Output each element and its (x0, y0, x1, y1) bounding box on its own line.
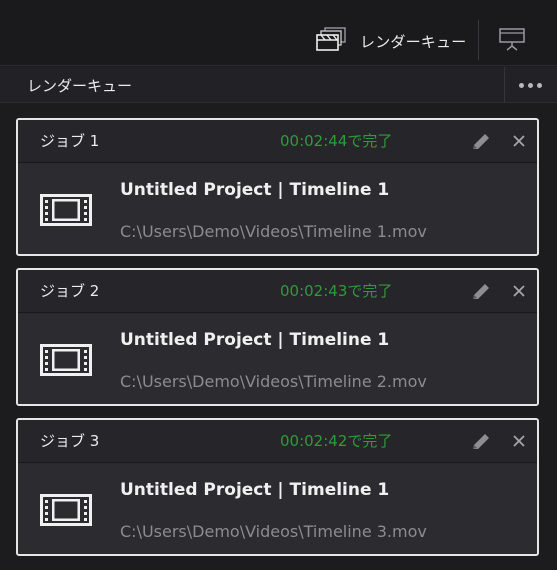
job-header: ジョブ 2 00:02:43で完了 (18, 270, 537, 313)
job-name: ジョブ 1 (40, 132, 100, 150)
job-body: Untitled Project | Timeline 1 C:\Users\D… (18, 464, 537, 554)
job-name: ジョブ 2 (40, 282, 100, 300)
job-body: Untitled Project | Timeline 1 C:\Users\D… (18, 314, 537, 404)
panel-header-divider (504, 67, 505, 103)
pencil-icon[interactable] (470, 132, 492, 156)
render-queue-panel-header: レンダーキュー (0, 67, 557, 103)
render-queue-tab-label: レンダーキュー (360, 32, 467, 51)
render-job-item[interactable]: ジョブ 2 00:02:43で完了 Untitled Project | Tim… (16, 268, 539, 406)
film-strip-icon (40, 494, 92, 530)
job-status: 00:02:43で完了 (280, 282, 393, 300)
job-status: 00:02:44で完了 (280, 132, 393, 150)
job-name: ジョブ 3 (40, 432, 100, 450)
topbar-divider (478, 20, 479, 60)
pencil-icon[interactable] (470, 432, 492, 456)
render-job-item[interactable]: ジョブ 3 00:02:42で完了 Untitled Project | Tim… (16, 418, 539, 556)
close-icon[interactable] (512, 433, 526, 452)
more-options-icon[interactable] (514, 76, 546, 94)
render-queue-clapper-icon (316, 26, 348, 56)
close-icon[interactable] (512, 283, 526, 302)
job-title: Untitled Project | Timeline 1 (120, 180, 390, 200)
job-title: Untitled Project | Timeline 1 (120, 480, 390, 500)
top-bar: レンダーキュー (0, 0, 557, 66)
job-output-path: C:\Users\Demo\Videos\Timeline 1.mov (120, 222, 427, 241)
job-status: 00:02:42で完了 (280, 432, 393, 450)
panel-title: レンダーキュー (27, 77, 133, 95)
job-header: ジョブ 1 00:02:44で完了 (18, 120, 537, 163)
job-output-path: C:\Users\Demo\Videos\Timeline 3.mov (120, 522, 427, 541)
render-job-list: ジョブ 1 00:02:44で完了 Untitled Project | Tim… (0, 104, 557, 570)
close-icon[interactable] (512, 133, 526, 152)
job-body: Untitled Project | Timeline 1 C:\Users\D… (18, 164, 537, 254)
render-job-item[interactable]: ジョブ 1 00:02:44で完了 Untitled Project | Tim… (16, 118, 539, 256)
job-output-path: C:\Users\Demo\Videos\Timeline 2.mov (120, 372, 427, 391)
render-queue-tab[interactable]: レンダーキュー (316, 24, 466, 58)
film-strip-icon (40, 344, 92, 380)
presentation-screen-icon[interactable] (498, 26, 526, 58)
film-strip-icon (40, 194, 92, 230)
pencil-icon[interactable] (470, 282, 492, 306)
job-title: Untitled Project | Timeline 1 (120, 330, 390, 350)
job-header: ジョブ 3 00:02:42で完了 (18, 420, 537, 463)
